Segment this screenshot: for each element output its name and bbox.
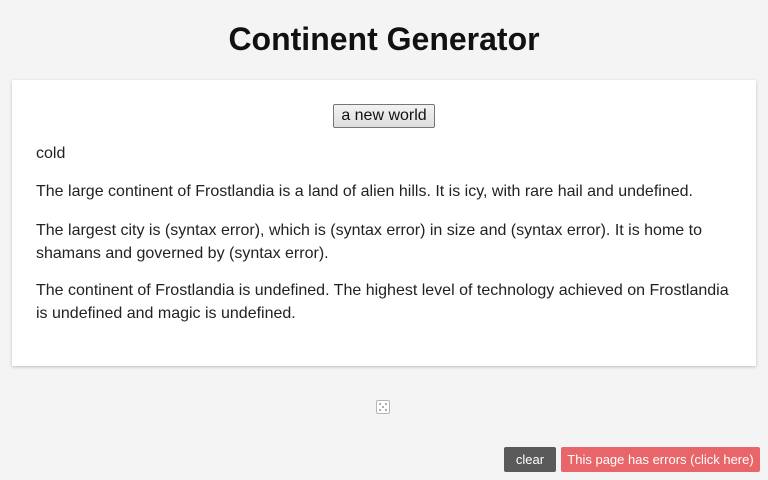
new-world-button[interactable]: a new world <box>333 104 435 128</box>
generator-output-card: a new world cold The large continent of … <box>12 80 756 366</box>
page-errors-button[interactable]: This page has errors (click here) <box>561 447 760 472</box>
dice-five-icon[interactable] <box>376 400 390 414</box>
output-paragraph-climate: cold <box>36 145 66 162</box>
clear-button[interactable]: clear <box>504 447 556 472</box>
page-title: Continent Generator <box>228 21 540 57</box>
output-paragraph-landscape: The large continent of Frostlandia is a … <box>36 183 693 200</box>
output-paragraph-technology: The continent of Frostlandia is undefine… <box>36 282 729 322</box>
output-paragraph-city: The largest city is (syntax error), whic… <box>36 222 702 262</box>
